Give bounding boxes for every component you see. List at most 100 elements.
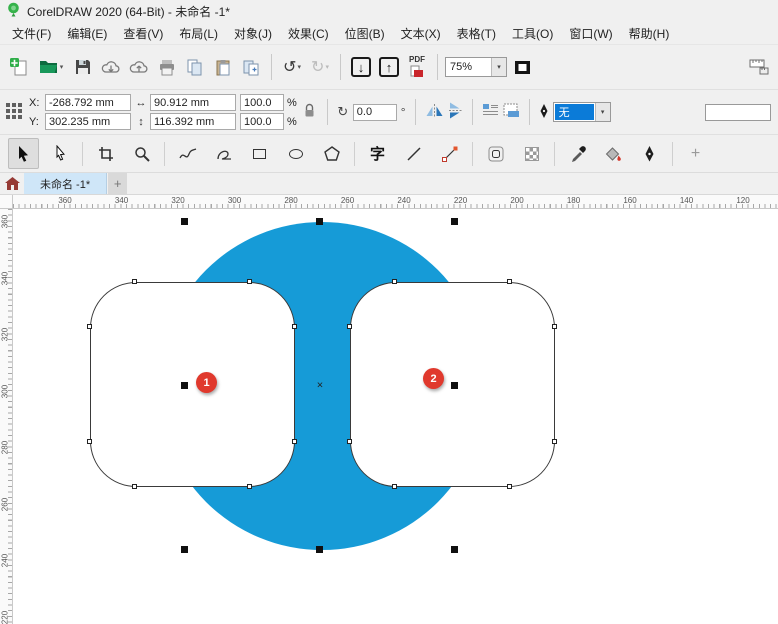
- object-properties-button[interactable]: [503, 103, 520, 121]
- menu-window[interactable]: 窗口(W): [561, 22, 620, 45]
- selection-handle[interactable]: [451, 382, 458, 389]
- undo-button[interactable]: ↺ ▾: [279, 52, 305, 82]
- export-button[interactable]: ↑: [376, 52, 402, 82]
- menu-object[interactable]: 对象(J): [226, 22, 280, 45]
- zoom-dropdown-caret[interactable]: ▾: [491, 58, 506, 76]
- curve-node[interactable]: [132, 279, 137, 284]
- outline-pen-tool-button[interactable]: [634, 138, 665, 169]
- outline-style-preview[interactable]: [705, 104, 771, 121]
- y-position-input[interactable]: 302.235 mm: [45, 113, 131, 130]
- mirror-vertical-button[interactable]: [448, 101, 463, 123]
- curve-node[interactable]: [347, 324, 352, 329]
- redo-button[interactable]: ↻ ▾: [307, 52, 333, 82]
- curve-node[interactable]: [247, 484, 252, 489]
- selection-handle[interactable]: [451, 546, 458, 553]
- paste-special-button[interactable]: [238, 52, 264, 82]
- undo-dropdown-caret[interactable]: ▾: [297, 64, 301, 71]
- wrap-text-button[interactable]: [482, 103, 499, 121]
- zoom-level-combobox[interactable]: 75% ▾: [445, 57, 507, 77]
- rounded-rectangle-left[interactable]: [90, 282, 295, 487]
- menu-help[interactable]: 帮助(H): [621, 22, 678, 45]
- menu-bitmaps[interactable]: 位图(B): [337, 22, 393, 45]
- selection-handle[interactable]: [181, 382, 188, 389]
- bezier-tool-button[interactable]: [434, 138, 465, 169]
- pick-tool-button[interactable]: [8, 138, 39, 169]
- curve-node[interactable]: [507, 484, 512, 489]
- eyedropper-tool-button[interactable]: [562, 138, 593, 169]
- open-dropdown-caret[interactable]: ▾: [60, 64, 64, 71]
- curve-node[interactable]: [552, 439, 557, 444]
- smart-drawing-tool-button[interactable]: [208, 138, 239, 169]
- open-button[interactable]: ▾: [34, 52, 68, 82]
- transparency-tool-button[interactable]: [516, 138, 547, 169]
- freehand-tool-button[interactable]: [172, 138, 203, 169]
- object-width-input[interactable]: 90.912 mm: [150, 94, 236, 111]
- polygon-tool-button[interactable]: [316, 138, 347, 169]
- outline-width-combobox[interactable]: 无 ▾: [553, 102, 611, 122]
- import-button[interactable]: ↓: [348, 52, 374, 82]
- menu-text[interactable]: 文本(X): [393, 22, 449, 45]
- straight-line-tool-button[interactable]: [398, 138, 429, 169]
- curve-node[interactable]: [87, 439, 92, 444]
- curve-node[interactable]: [87, 324, 92, 329]
- menu-layout[interactable]: 布局(L): [171, 22, 226, 45]
- cloud-download-button[interactable]: [98, 52, 124, 82]
- curve-node[interactable]: [247, 279, 252, 284]
- cloud-upload-button[interactable]: [126, 52, 152, 82]
- vertical-ruler[interactable]: 360340320300280260240220: [0, 209, 13, 624]
- outline-width-caret[interactable]: ▾: [595, 103, 610, 121]
- paste-button[interactable]: [210, 52, 236, 82]
- scale-vertical-input[interactable]: 100.0: [240, 113, 284, 130]
- curve-node[interactable]: [132, 484, 137, 489]
- mirror-horizontal-button[interactable]: [425, 103, 444, 121]
- fill-tool-button[interactable]: [598, 138, 629, 169]
- print-button[interactable]: [154, 52, 180, 82]
- x-position-input[interactable]: -268.792 mm: [45, 94, 131, 111]
- contour-tool-button[interactable]: [480, 138, 511, 169]
- fullscreen-preview-button[interactable]: [509, 52, 535, 82]
- ruler-origin-corner[interactable]: [0, 195, 13, 209]
- selection-handle[interactable]: [451, 218, 458, 225]
- rectangle-tool-button[interactable]: [244, 138, 275, 169]
- object-position-grid-icon[interactable]: [5, 102, 23, 123]
- menu-effects[interactable]: 效果(C): [280, 22, 337, 45]
- ellipse-tool-button[interactable]: [280, 138, 311, 169]
- selection-handle[interactable]: [181, 546, 188, 553]
- curve-node[interactable]: [392, 484, 397, 489]
- curve-node[interactable]: [292, 324, 297, 329]
- crop-tool-button[interactable]: [90, 138, 121, 169]
- selection-handle[interactable]: [316, 546, 323, 553]
- curve-node[interactable]: [507, 279, 512, 284]
- selection-handle[interactable]: [316, 218, 323, 225]
- menu-table[interactable]: 表格(T): [449, 22, 504, 45]
- menu-file[interactable]: 文件(F): [4, 22, 59, 45]
- menu-edit[interactable]: 编辑(E): [59, 22, 115, 45]
- curve-node[interactable]: [292, 439, 297, 444]
- welcome-home-button[interactable]: [0, 173, 24, 194]
- customize-toolbox-button[interactable]: +: [680, 138, 711, 169]
- curve-node[interactable]: [347, 439, 352, 444]
- rotation-angle-input[interactable]: 0.0: [353, 104, 397, 121]
- menu-view[interactable]: 查看(V): [115, 22, 171, 45]
- shape-tool-button[interactable]: [44, 138, 75, 169]
- horizontal-ruler[interactable]: 360340320300280260240220200180160140120: [13, 195, 778, 209]
- new-document-button[interactable]: [6, 52, 32, 82]
- scale-horizontal-input[interactable]: 100.0: [240, 94, 284, 111]
- copy-button[interactable]: [182, 52, 208, 82]
- text-tool-button[interactable]: 字: [362, 138, 393, 169]
- show-rulers-button[interactable]: [746, 52, 772, 82]
- curve-node[interactable]: [392, 279, 397, 284]
- canvas[interactable]: × 1 2: [13, 209, 778, 624]
- selection-handle[interactable]: [181, 218, 188, 225]
- redo-dropdown-caret[interactable]: ▾: [325, 64, 329, 71]
- curve-node[interactable]: [552, 324, 557, 329]
- document-tab-active[interactable]: 未命名 -1*: [24, 173, 107, 194]
- zoom-tool-button[interactable]: [126, 138, 157, 169]
- new-document-tab-button[interactable]: +: [108, 173, 127, 194]
- lock-ratio-button[interactable]: [303, 103, 316, 121]
- object-height-input[interactable]: 116.392 mm: [150, 113, 236, 130]
- save-button[interactable]: [70, 52, 96, 82]
- menu-tools[interactable]: 工具(O): [504, 22, 561, 45]
- publish-pdf-button[interactable]: PDF: [404, 52, 430, 82]
- selection-center-marker[interactable]: ×: [317, 379, 323, 391]
